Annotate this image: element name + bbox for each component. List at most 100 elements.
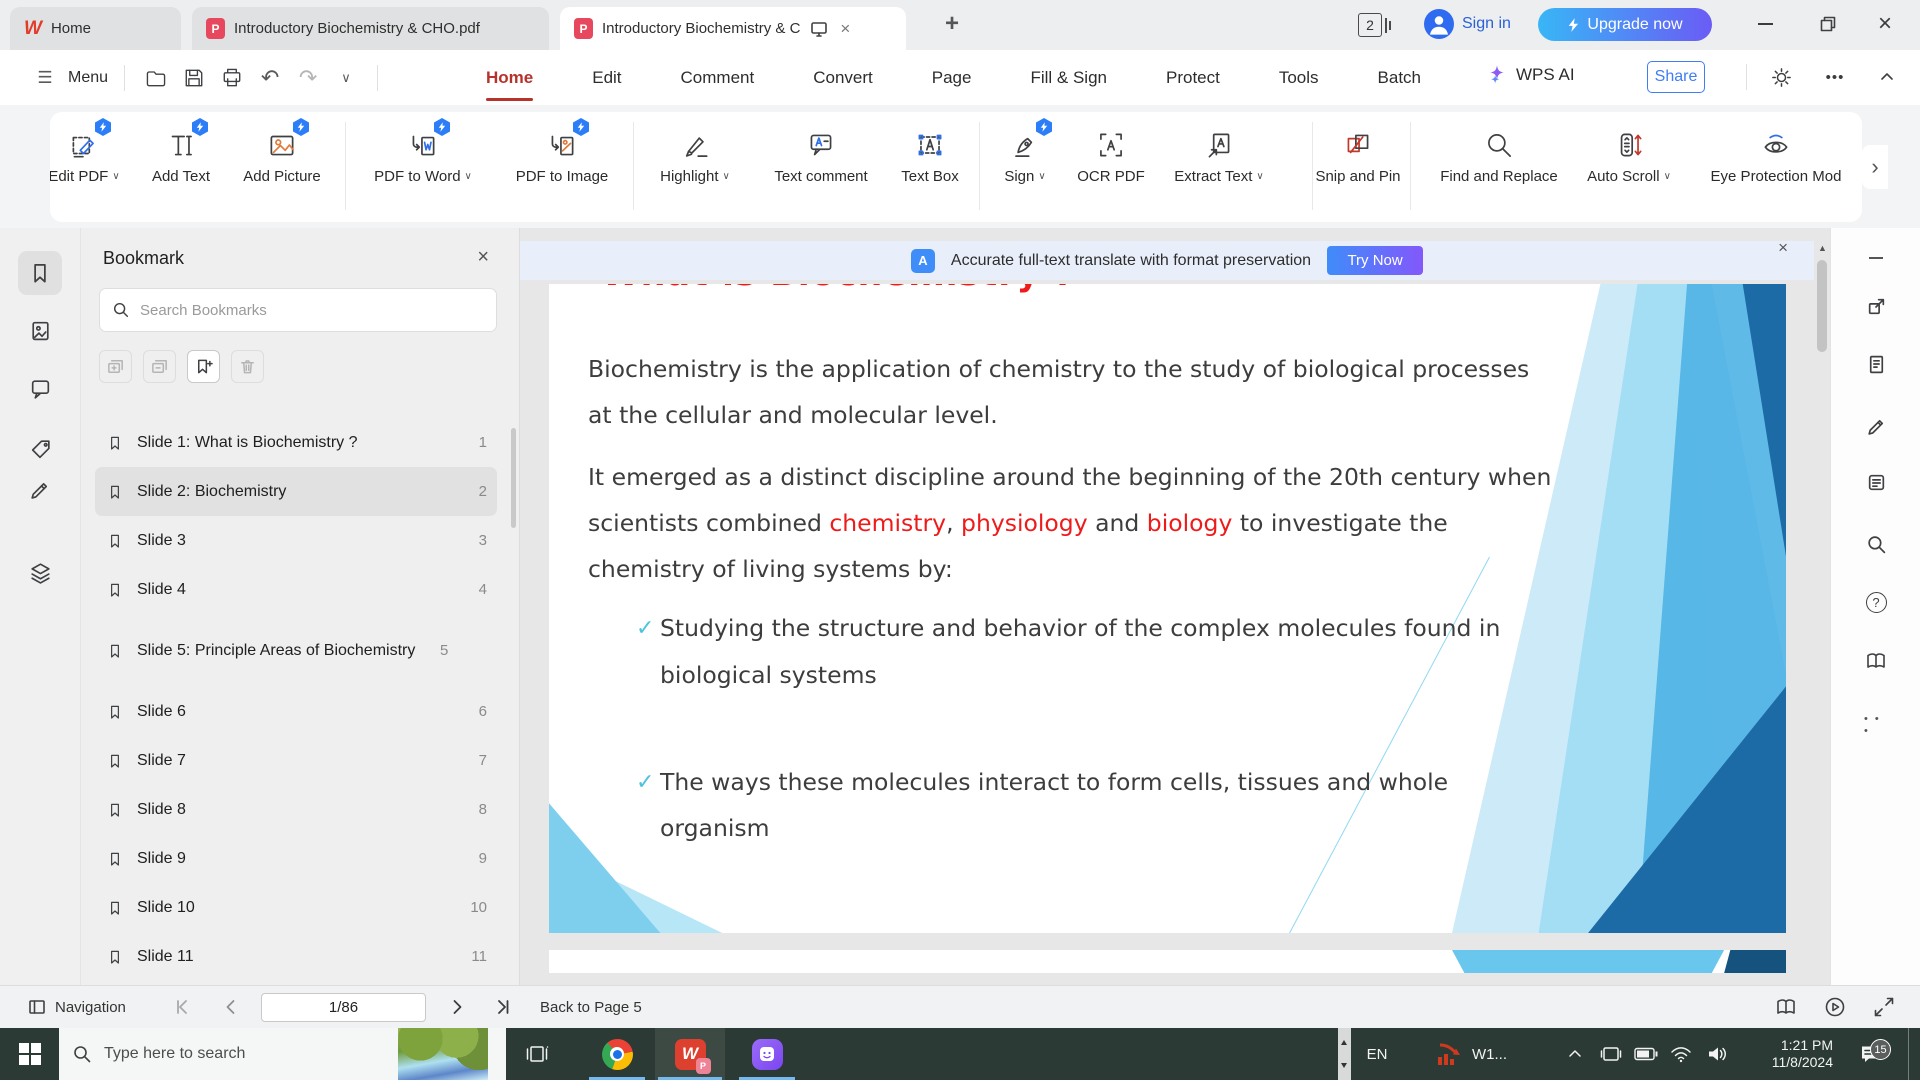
page-number-input[interactable]: [261, 993, 426, 1022]
more-options-icon[interactable]: •••: [1820, 63, 1850, 91]
taskbar-chrome-button[interactable]: [586, 1028, 648, 1080]
first-page-button[interactable]: [172, 986, 192, 1028]
search-highlight-image[interactable]: [398, 1028, 488, 1080]
print-icon[interactable]: [217, 64, 247, 92]
collapse-rail-icon[interactable]: [1864, 246, 1888, 270]
tab-document-2-active[interactable]: P Introductory Biochemistry & C ×: [560, 7, 906, 50]
menu-tab-batch[interactable]: Batch: [1376, 64, 1423, 92]
menu-tab-fill-sign[interactable]: Fill & Sign: [1028, 64, 1109, 92]
undo-icon[interactable]: ↶: [255, 64, 285, 92]
settings-gear-icon[interactable]: [1766, 63, 1796, 91]
pdf-page[interactable]: What is Biochemistry ? Biochemistry is t…: [549, 284, 1786, 933]
wifi-icon[interactable]: [1665, 1028, 1697, 1080]
bookmark-item-slide-5[interactable]: Slide 5: Principle Areas of Biochemistry…: [95, 614, 497, 687]
tray-chart-app-icon[interactable]: [1430, 1028, 1468, 1080]
last-page-button[interactable]: [493, 986, 513, 1028]
bookmark-item-slide-9[interactable]: Slide 99: [95, 834, 497, 883]
collapse-ribbon-icon[interactable]: [1872, 63, 1902, 91]
sidebar-bookmark-icon[interactable]: [18, 251, 62, 295]
bookmark-item-slide-2[interactable]: Slide 2: Biochemistry2: [95, 467, 497, 516]
pdf-to-word-button[interactable]: PDF to Word∨: [348, 124, 498, 185]
bookmark-item-slide-10[interactable]: Slide 1010: [95, 883, 497, 932]
sidebar-comments-icon[interactable]: [18, 366, 62, 410]
menu-tab-tools[interactable]: Tools: [1277, 64, 1321, 92]
menu-tab-page[interactable]: Page: [930, 64, 974, 92]
close-window-button[interactable]: ×: [1878, 14, 1892, 34]
wps-ai-button[interactable]: WPS AI: [1486, 63, 1575, 87]
show-desktop-divider[interactable]: [1908, 1028, 1909, 1080]
taskbar-search-box[interactable]: Type here to search: [59, 1028, 506, 1080]
sign-in-button[interactable]: Sign in: [1424, 9, 1511, 39]
document-scrollbar[interactable]: ▲: [1814, 240, 1830, 985]
auto-scroll-button[interactable]: Auto Scroll∨: [1554, 124, 1704, 185]
annotate-pen-icon[interactable]: [1864, 412, 1888, 436]
presentation-play-button[interactable]: [1824, 986, 1846, 1028]
notes-list-icon[interactable]: [1864, 470, 1888, 494]
window-count-badge[interactable]: 2: [1358, 13, 1382, 37]
bookmark-search-input[interactable]: [140, 302, 484, 319]
tab-close-icon[interactable]: ×: [838, 19, 852, 39]
toolbar-expand-chevron[interactable]: ›: [1862, 145, 1888, 189]
show-hidden-icons-chevron[interactable]: [1560, 1028, 1590, 1080]
search-icon[interactable]: [1864, 532, 1888, 556]
scroll-down-icon[interactable]: [1341, 1063, 1347, 1068]
restore-button[interactable]: [1818, 14, 1838, 34]
back-to-page-button[interactable]: Back to Page 5: [540, 986, 642, 1028]
menu-tab-protect[interactable]: Protect: [1164, 64, 1222, 92]
menu-label[interactable]: Menu: [68, 69, 108, 87]
extract-text-button[interactable]: Extract Text∨: [1144, 124, 1294, 185]
pdf-to-image-button[interactable]: PDF to Image: [487, 124, 637, 185]
menu-tab-comment[interactable]: Comment: [679, 64, 757, 92]
bookmark-item-slide-3[interactable]: Slide 33: [95, 516, 497, 565]
delete-bookmark-button[interactable]: [231, 350, 264, 383]
scroll-up-icon[interactable]: [1341, 1040, 1347, 1045]
more-icon[interactable]: • • •: [1864, 713, 1888, 737]
share-button[interactable]: Share: [1647, 61, 1705, 93]
notification-center-button[interactable]: 15: [1848, 1028, 1892, 1080]
tablet-mode-icon[interactable]: [1596, 1028, 1626, 1080]
menu-tab-home[interactable]: Home: [484, 64, 535, 92]
language-indicator[interactable]: EN: [1360, 1028, 1394, 1080]
bookmark-scrollbar-thumb[interactable]: [511, 428, 516, 528]
tab-home[interactable]: W Home: [10, 7, 181, 50]
bookmark-panel-close-icon[interactable]: ×: [477, 246, 489, 269]
task-view-button[interactable]: [506, 1028, 568, 1080]
pdf-page-2-top[interactable]: [549, 950, 1786, 973]
menu-tab-edit[interactable]: Edit: [590, 64, 623, 92]
taskbar-toolbar-scroll[interactable]: [1338, 1028, 1351, 1080]
eye-protection-mode-button[interactable]: Eye Protection Mod: [1701, 124, 1851, 185]
popout-icon[interactable]: [1864, 294, 1888, 318]
sidebar-signature-icon[interactable]: [18, 464, 62, 508]
banner-close-icon[interactable]: ×: [1778, 238, 1788, 258]
taskbar-chat-button[interactable]: [736, 1028, 798, 1080]
navigation-toggle[interactable]: Navigation: [27, 986, 126, 1028]
save-icon[interactable]: [179, 64, 209, 92]
minimize-button[interactable]: [1758, 14, 1773, 25]
menu-tab-convert[interactable]: Convert: [811, 64, 875, 92]
bookmark-item-slide-8[interactable]: Slide 88: [95, 785, 497, 834]
bookmark-item-slide-11[interactable]: Slide 1111: [95, 932, 497, 981]
battery-icon[interactable]: [1630, 1028, 1662, 1080]
read-mode-book-icon[interactable]: [1864, 649, 1888, 673]
expand-all-button[interactable]: [99, 350, 132, 383]
try-now-button[interactable]: Try Now: [1327, 246, 1423, 275]
add-bookmark-button[interactable]: [187, 350, 220, 383]
sidebar-layers-icon[interactable]: [18, 550, 62, 594]
collapse-all-button[interactable]: [143, 350, 176, 383]
scroll-up-arrow-icon[interactable]: ▲: [1818, 243, 1827, 253]
screen-share-icon[interactable]: [809, 19, 829, 39]
taskbar-wps-button[interactable]: WP: [655, 1028, 725, 1080]
taskbar-clock[interactable]: 1:21 PM 11/8/2024: [1745, 1028, 1833, 1080]
bookmark-search-box[interactable]: [99, 288, 497, 332]
next-page-button[interactable]: [447, 986, 467, 1028]
hamburger-menu-icon[interactable]: ☰: [30, 64, 60, 92]
help-icon[interactable]: ?: [1864, 590, 1888, 614]
add-picture-button[interactable]: Add Picture: [207, 124, 357, 185]
sidebar-thumbnails-icon[interactable]: [18, 308, 62, 352]
bookmark-item-slide-7[interactable]: Slide 77: [95, 736, 497, 785]
read-mode-button[interactable]: [1775, 986, 1797, 1028]
tray-ticker[interactable]: W1...: [1472, 1028, 1528, 1080]
new-tab-button[interactable]: +: [945, 12, 959, 36]
redo-icon[interactable]: ↷: [293, 64, 323, 92]
volume-icon[interactable]: [1700, 1028, 1734, 1080]
